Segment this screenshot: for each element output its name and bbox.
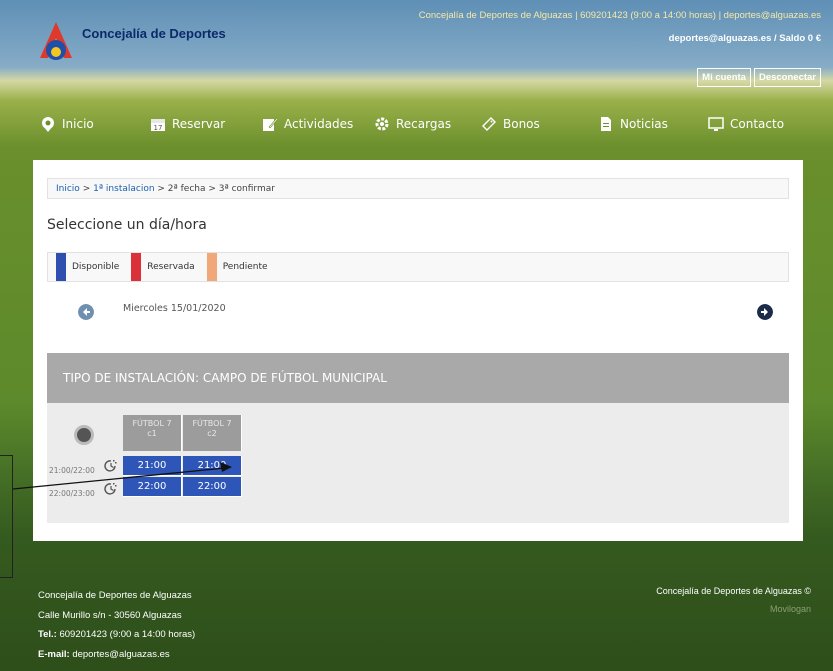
document-icon xyxy=(601,117,611,131)
page-title: Seleccione un día/hora xyxy=(47,217,207,233)
breadcrumb: Inicio > 1ª instalacion > 2ª fecha > 3ª … xyxy=(47,178,789,199)
footer-copyright: Concejalía de Deportes de Alguazas © xyxy=(656,586,811,596)
nav-label: Reservar xyxy=(172,117,226,131)
footer-email-value[interactable]: deportes@alguazas.es xyxy=(70,649,169,660)
main-nav: Inicio 17 Reservar Actividades Recargas … xyxy=(0,108,833,140)
nav-label: Recargas xyxy=(396,117,452,131)
annotation-bracket xyxy=(0,455,13,578)
legend-swatch xyxy=(56,253,66,281)
logo-icon xyxy=(40,22,72,60)
legend-item-available: Disponible xyxy=(56,253,119,281)
nav-item-actividades[interactable]: Actividades xyxy=(262,116,353,132)
column-header-line1: FÚTBOL 7 xyxy=(132,419,172,428)
account-actions: Mi cuenta Desconectar xyxy=(697,68,821,87)
footer-contact: Concejalía de Deportes de Alguazas Calle… xyxy=(38,586,195,664)
brand-title: Concejalía de Deportes xyxy=(82,25,226,41)
legend-item-reserved: Reservada xyxy=(131,253,195,281)
nav-item-reservar[interactable]: 17 Reservar xyxy=(150,116,225,132)
current-date: Miercoles 15/01/2020 xyxy=(123,303,226,314)
column-header-line1: FÚTBOL 7 xyxy=(192,419,232,428)
slot-c1-2100[interactable]: 21:00 xyxy=(123,456,182,476)
legend-item-pending: Pendiente xyxy=(206,253,268,281)
footer-email: E-mail: deportes@alguazas.es xyxy=(38,645,195,665)
slot-c2-2200[interactable]: 22:00 xyxy=(183,477,242,497)
clock-icon xyxy=(104,483,117,495)
legend-label: Pendiente xyxy=(222,262,268,272)
nav-label: Actividades xyxy=(284,117,354,131)
time-range-label: 21:00/22:00 xyxy=(49,466,95,475)
account-balance: deportes@alguazas.es / Saldo 0 € xyxy=(668,33,821,44)
footer-phone-label: Tel.: xyxy=(38,629,57,640)
main-panel: Inicio > 1ª instalacion > 2ª fecha > 3ª … xyxy=(33,160,803,541)
footer-org: Concejalía de Deportes de Alguazas xyxy=(38,590,192,601)
nav-item-inicio[interactable]: Inicio xyxy=(40,116,94,132)
ticket-icon xyxy=(482,117,496,131)
facility-ball-icon xyxy=(74,425,94,445)
legend-swatch xyxy=(131,253,142,281)
breadcrumb-home-link[interactable]: Inicio xyxy=(56,184,80,194)
column-header-line2: c1 xyxy=(147,429,157,438)
schedule-grid: FÚTBOL 7 c1 FÚTBOL 7 c2 21:00/22:00 21:0… xyxy=(47,403,789,523)
site-logo[interactable]: Concejalía de Deportes xyxy=(36,20,226,64)
nav-item-bonos[interactable]: Bonos xyxy=(481,116,540,132)
time-range-label: 22:00/23:00 xyxy=(49,489,95,498)
nav-item-noticias[interactable]: Noticias xyxy=(598,116,668,132)
contact-line: Concejalía de Deportes de Alguazas | 609… xyxy=(418,10,821,21)
logout-button[interactable]: Desconectar xyxy=(753,68,821,87)
slot-c1-2200[interactable]: 22:00 xyxy=(123,477,182,497)
legend-label: Reservada xyxy=(147,262,195,272)
column-header-c1: FÚTBOL 7 c1 xyxy=(123,415,182,451)
previous-day-icon[interactable] xyxy=(78,304,94,320)
map-pin-icon xyxy=(42,117,54,132)
breadcrumb-rest: > 2ª fecha > 3ª confirmar xyxy=(154,184,275,194)
svg-text:17: 17 xyxy=(154,124,163,132)
facility-type-title: TIPO DE INSTALACIÓN: CAMPO DE FÚTBOL MUN… xyxy=(63,371,387,385)
slot-c2-2100[interactable]: 21:00 xyxy=(183,456,242,476)
status-legend: Disponible Reservada Pendiente xyxy=(47,252,789,282)
legend-swatch xyxy=(206,253,217,281)
footer-address: Calle Murillo s/n - 30560 Alguazas xyxy=(38,609,182,621)
nav-label: Inicio xyxy=(62,117,94,131)
facility-type-header: TIPO DE INSTALACIÓN: CAMPO DE FÚTBOL MUN… xyxy=(47,353,789,403)
column-header-line2: c2 xyxy=(207,429,217,438)
footer-phone: Tel.: 609201423 (9:00 a 14:00 horas) xyxy=(38,625,195,645)
date-navigator: Miercoles 15/01/2020 xyxy=(47,300,789,326)
footer-credits: Concejalía de Deportes de Alguazas © Mov… xyxy=(656,586,811,614)
breadcrumb-step1-link[interactable]: 1ª instalacion xyxy=(93,184,154,194)
clock-icon xyxy=(104,460,117,472)
next-day-icon[interactable] xyxy=(757,304,773,320)
legend-label: Disponible xyxy=(72,262,120,272)
powered-by-logo[interactable]: Movilogan xyxy=(656,604,811,614)
footer-phone-value: 609201423 (9:00 a 14:00 horas) xyxy=(56,629,196,640)
footer-email-label: E-mail: xyxy=(38,648,70,660)
gear-icon xyxy=(375,117,389,131)
calendar-icon: 17 xyxy=(151,119,165,132)
monitor-icon xyxy=(708,117,724,131)
site-header: Concejalía de Deportes Concejalía de Dep… xyxy=(0,0,833,108)
nav-item-contacto[interactable]: Contacto xyxy=(708,116,784,132)
column-header-c2: FÚTBOL 7 c2 xyxy=(183,415,242,451)
my-account-button[interactable]: Mi cuenta xyxy=(697,68,751,87)
nav-item-recargas[interactable]: Recargas xyxy=(374,116,451,132)
nav-label: Bonos xyxy=(503,117,540,131)
breadcrumb-separator: > xyxy=(79,184,94,194)
edit-icon xyxy=(263,117,278,131)
nav-label: Noticias xyxy=(620,117,668,131)
nav-label: Contacto xyxy=(730,117,785,131)
